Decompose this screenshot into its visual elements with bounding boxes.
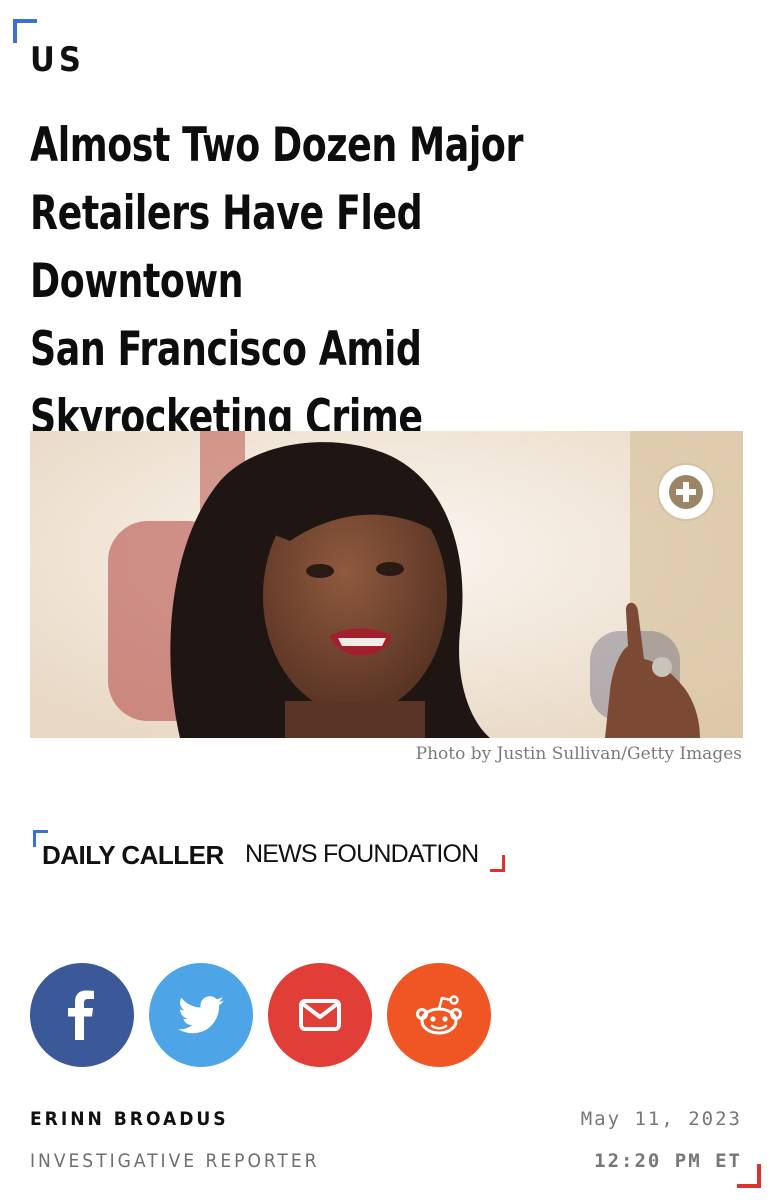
logo-wordmark-light: NEWS FOUNDATION (245, 840, 479, 868)
share-facebook-button[interactable] (30, 963, 134, 1067)
hero-photo-illustration (30, 431, 743, 738)
section-label[interactable]: US (30, 40, 85, 80)
share-reddit-button[interactable] (387, 963, 491, 1067)
headline-line: Almost Two Dozen Major (30, 118, 523, 173)
article-headline: Almost Two Dozen Major Retailers Have Fl… (30, 112, 641, 452)
logo-wordmark-bold: DAILY CALLER (42, 840, 224, 870)
share-email-button[interactable] (268, 963, 372, 1067)
author-name[interactable]: ERINN BROADUS (30, 1108, 229, 1130)
hero-photo[interactable] (30, 431, 743, 738)
reddit-icon (416, 995, 462, 1035)
photo-caption: Photo by Justin Sullivan/Getty Images (415, 744, 742, 764)
twitter-icon (178, 996, 224, 1034)
headline-line: San Francisco Amid (30, 322, 422, 377)
facebook-icon (68, 990, 94, 1040)
plus-icon (669, 475, 703, 509)
publish-date: May 11, 2023 (580, 1108, 742, 1130)
logo-corner-accent-bottom-right (490, 855, 505, 872)
share-twitter-button[interactable] (149, 963, 253, 1067)
expand-photo-button[interactable] (659, 465, 713, 519)
author-role: INVESTIGATIVE REPORTER (30, 1150, 320, 1172)
daily-caller-news-foundation-logo[interactable]: DAILY CALLER NEWS FOUNDATION (33, 830, 505, 872)
share-buttons (30, 963, 491, 1067)
publish-time: 12:20 PM ET (594, 1150, 742, 1172)
email-icon (299, 999, 341, 1031)
headline-line: Retailers Have Fled Downtown (30, 186, 423, 309)
